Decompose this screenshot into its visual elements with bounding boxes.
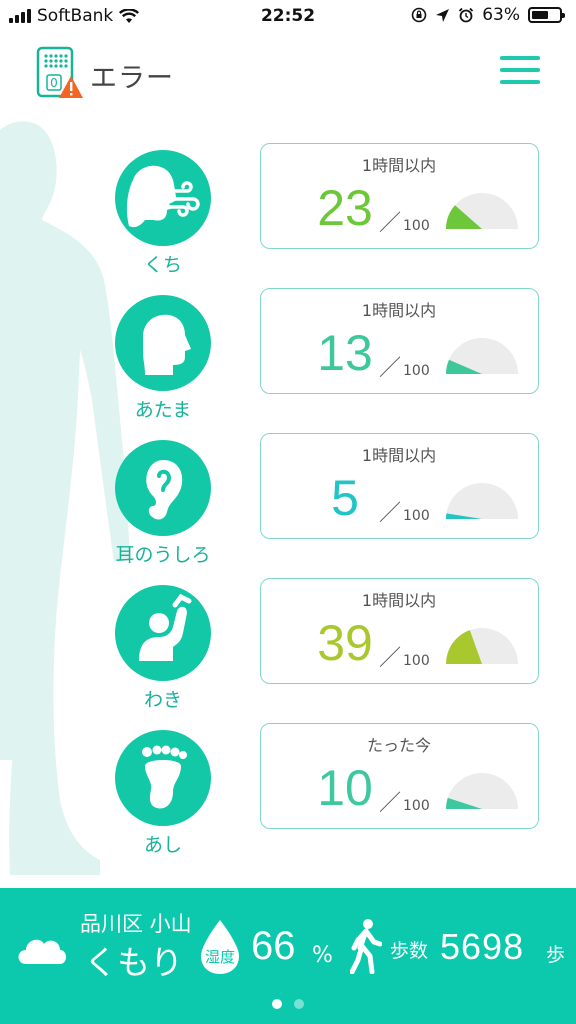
score-card[interactable]: 1時間以内 39 ／ 100 bbox=[260, 578, 539, 684]
area-button-head[interactable] bbox=[115, 295, 211, 391]
area-label: あし bbox=[143, 834, 182, 856]
gauge-track bbox=[446, 483, 518, 519]
area-button-foot[interactable] bbox=[115, 730, 211, 826]
weather-bar[interactable]: 品川区 小山 くもり 湿度 66 % 歩数 5698 歩 bbox=[0, 888, 576, 1024]
battery-icon bbox=[528, 7, 565, 23]
foot-icon bbox=[142, 745, 187, 809]
humidity-unit: % bbox=[312, 943, 333, 968]
gauge-chart bbox=[446, 193, 518, 229]
card-timestamp: 1時間以内 bbox=[361, 446, 437, 465]
gauge-chart bbox=[446, 338, 518, 374]
steps-value: 5698 bbox=[440, 926, 525, 967]
score-max: ／ 100 bbox=[379, 646, 430, 671]
page-dot[interactable] bbox=[294, 999, 304, 1009]
device-digit: 0 bbox=[50, 76, 58, 90]
area-label: あたま bbox=[134, 399, 192, 421]
score-max: ／ 100 bbox=[379, 356, 430, 381]
area-label: わき bbox=[143, 689, 182, 711]
card-timestamp: 1時間以内 bbox=[361, 156, 437, 175]
status-bar: SoftBank 22:52 63% bbox=[0, 0, 576, 34]
score-max: ／ 100 bbox=[379, 791, 430, 816]
steps-unit: 歩 bbox=[546, 944, 566, 966]
area-button-behind-ear[interactable] bbox=[115, 440, 211, 536]
page-dot[interactable] bbox=[272, 999, 282, 1009]
area-label: 耳のうしろ bbox=[115, 544, 211, 566]
area-button-mouth[interactable] bbox=[115, 150, 211, 246]
alarm-icon bbox=[459, 7, 474, 23]
card-timestamp: 1時間以内 bbox=[361, 591, 437, 610]
battery-percent: 63% bbox=[482, 5, 520, 25]
menu-icon bbox=[500, 56, 540, 60]
gauge-chart bbox=[446, 773, 518, 809]
gauge-chart bbox=[446, 483, 518, 519]
card-timestamp: たった今 bbox=[366, 736, 431, 755]
area-row-head: あたま 1時間以内 13 ／ 100 bbox=[0, 288, 576, 429]
score-card[interactable]: 1時間以内 23 ／ 100 bbox=[260, 143, 539, 249]
orientation-lock-icon bbox=[411, 7, 427, 23]
score-card[interactable]: 1時間以内 5 ／ 100 bbox=[260, 433, 539, 539]
cloud-icon bbox=[18, 939, 66, 964]
area-row-behind-ear: 耳のうしろ 1時間以内 5 ／ 100 bbox=[0, 433, 576, 574]
mouth-breath-icon bbox=[126, 165, 200, 228]
humidity-value: 66 bbox=[251, 924, 296, 968]
score-max: ／ 100 bbox=[379, 211, 430, 236]
menu-button[interactable] bbox=[500, 56, 540, 88]
weather-condition: くもり bbox=[84, 943, 183, 982]
area-label: くち bbox=[143, 254, 182, 276]
gauge-chart bbox=[446, 628, 518, 664]
page-indicator[interactable] bbox=[0, 999, 576, 1009]
area-row-foot: あし たった今 10 ／ 100 bbox=[0, 723, 576, 864]
app-header: 0 エラー bbox=[0, 34, 576, 108]
location-name: 品川区 小山 bbox=[80, 912, 192, 936]
card-timestamp: 1時間以内 bbox=[361, 301, 437, 320]
head-icon bbox=[143, 314, 191, 375]
ear-icon bbox=[146, 460, 183, 520]
area-button-armpit[interactable] bbox=[115, 585, 211, 681]
score-max: ／ 100 bbox=[379, 501, 430, 526]
armpit-icon bbox=[139, 593, 192, 661]
humidity-label: 湿度 bbox=[204, 948, 235, 966]
page-title: エラー bbox=[90, 63, 174, 94]
area-row-armpit: わき 1時間以内 39 ／ 100 bbox=[0, 578, 576, 719]
device-warning-icon: 0 bbox=[36, 46, 83, 98]
location-arrow-icon bbox=[436, 8, 450, 22]
area-row-mouth: くち 1時間以内 23 ／ 100 bbox=[0, 143, 576, 284]
steps-label: 歩数 bbox=[390, 940, 429, 962]
walking-person-icon bbox=[350, 919, 382, 974]
score-card[interactable]: たった今 10 ／ 100 bbox=[260, 723, 539, 829]
score-card[interactable]: 1時間以内 13 ／ 100 bbox=[260, 288, 539, 394]
